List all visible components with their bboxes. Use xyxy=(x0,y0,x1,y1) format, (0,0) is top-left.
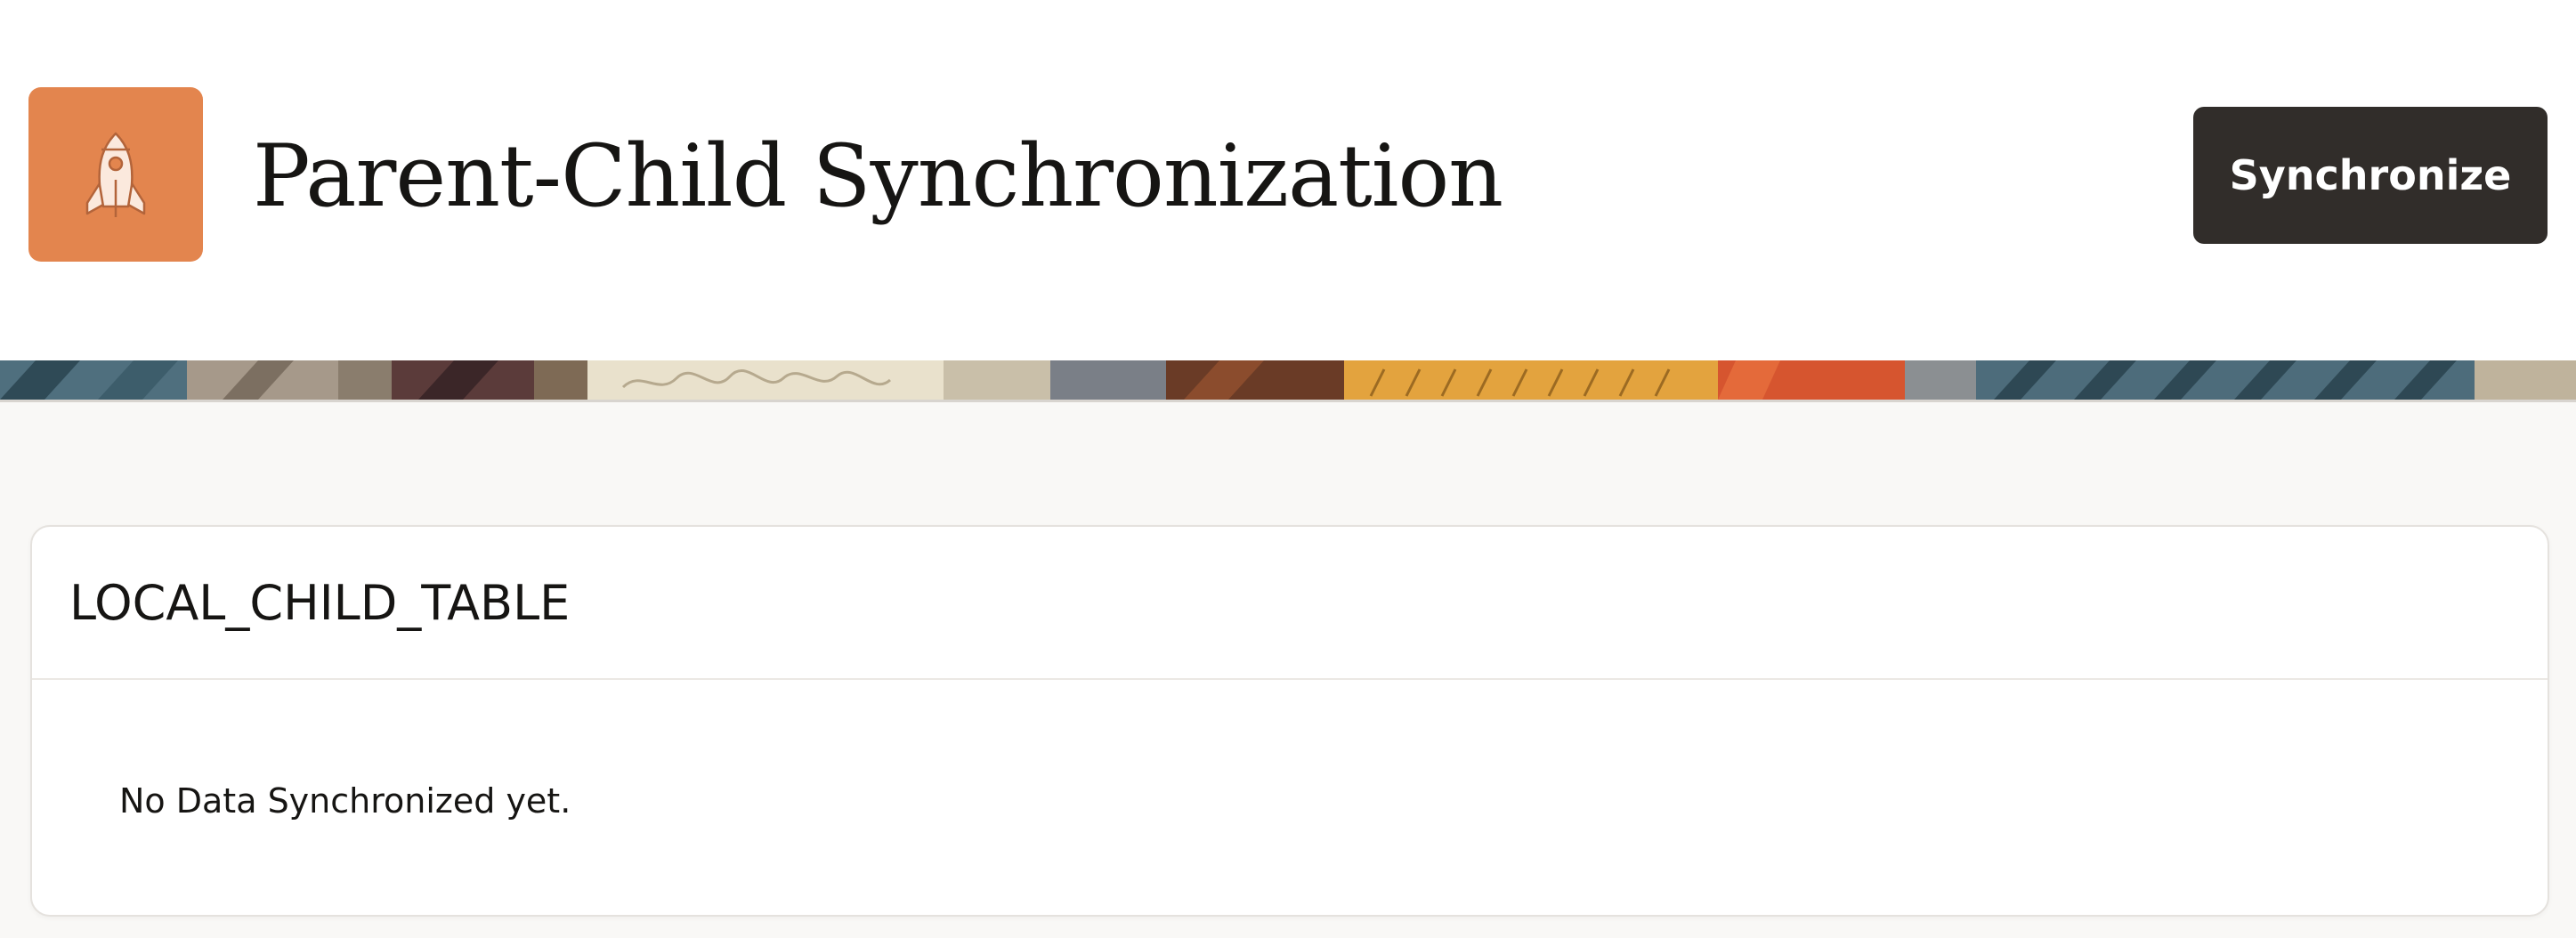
synchronize-button[interactable]: Synchronize xyxy=(2193,107,2548,244)
page-header: Parent-Child Synchronization Synchronize xyxy=(0,0,2576,360)
region-header: LOCAL_CHILD_TABLE xyxy=(32,527,2548,680)
region-title: LOCAL_CHILD_TABLE xyxy=(69,574,571,631)
local-child-table-region: LOCAL_CHILD_TABLE No Data Synchronized y… xyxy=(30,525,2549,917)
page-title: Parent-Child Synchronization xyxy=(253,126,1503,226)
rocket-icon xyxy=(28,87,203,262)
decorative-banner xyxy=(0,360,2576,402)
empty-state-message: No Data Synchronized yet. xyxy=(119,781,571,821)
region-body: No Data Synchronized yet. xyxy=(32,680,2548,821)
